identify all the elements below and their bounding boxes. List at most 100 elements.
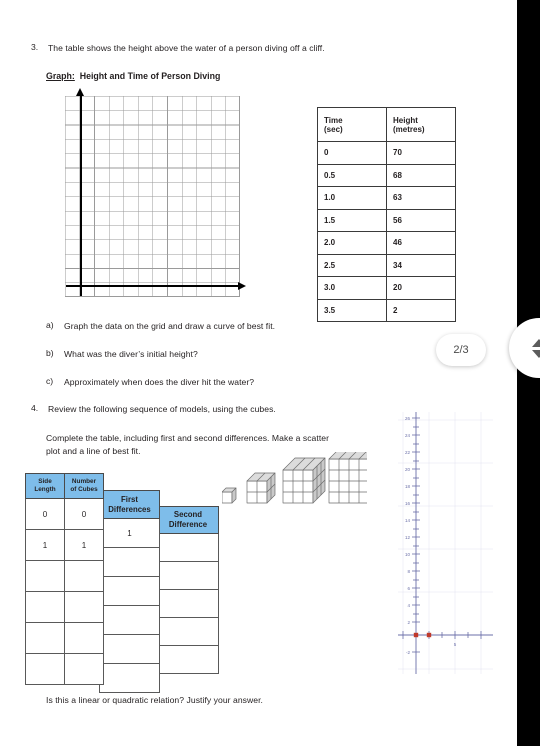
table-header-row: Side Length Number of Cubes	[25, 473, 104, 499]
header-second-line1: Second	[173, 510, 203, 520]
cell-time: 1.0	[317, 186, 387, 210]
cell-number-cubes[interactable]	[64, 622, 104, 654]
header-height-main: Height	[393, 115, 418, 125]
table-row: 3.0 20	[317, 276, 456, 300]
scatter-plot-svg: 2 4 6 8 10 12 14 16 18 20 22 24 26 -2 5	[398, 412, 493, 674]
cell-second-difference[interactable]	[157, 589, 219, 618]
table-row	[25, 591, 104, 623]
document-viewer: 3. The table shows the height above the …	[0, 0, 540, 746]
table-header-row: Second Difference	[157, 506, 219, 534]
cell-height: 70	[386, 141, 456, 165]
cell-height: 34	[386, 253, 456, 277]
cell-first-difference[interactable]	[99, 547, 160, 577]
cell-side-length[interactable]	[25, 560, 65, 592]
svg-text:12: 12	[405, 535, 411, 540]
page-indicator-label: 2/3	[453, 344, 469, 356]
svg-text:26: 26	[405, 416, 411, 421]
cell-second-difference[interactable]	[157, 617, 219, 646]
header-height: Height (metres)	[386, 107, 456, 142]
chevron-up-icon[interactable]	[532, 338, 540, 347]
page-indicator: 2/3	[436, 334, 486, 366]
svg-text:10: 10	[405, 552, 411, 557]
question-4-prompt: Review the following sequence of models,…	[48, 404, 276, 414]
header-side-length: Side Length	[25, 473, 65, 499]
table-row	[157, 561, 219, 590]
cell-second-difference[interactable]	[157, 533, 219, 562]
part-b-label: b)	[46, 348, 54, 358]
header-first-line1: First	[121, 494, 138, 504]
header-number-of-cubes: Number of Cubes	[64, 473, 104, 499]
header-cubes-line2: of Cubes	[70, 486, 98, 493]
blank-plot-grid[interactable]	[65, 96, 240, 297]
cell-side-length[interactable]: 0	[25, 498, 65, 530]
header-cubes-line1: Number	[71, 478, 97, 485]
cell-number-cubes[interactable]: 0	[64, 498, 104, 530]
cell-number-cubes[interactable]	[64, 560, 104, 592]
header-time-sub: (sec)	[324, 124, 343, 134]
side-length-table: Side Length Number of Cubes 0 0 1 1	[25, 473, 104, 685]
cell-side-length[interactable]	[25, 622, 65, 654]
svg-text:24: 24	[405, 433, 411, 438]
cell-height: 20	[386, 276, 456, 300]
cell-first-difference[interactable]	[99, 605, 160, 635]
plot-y-tick-labels: 2 4 6 8 10 12 14 16 18 20 22 24 26 -2	[405, 416, 411, 655]
svg-text:20: 20	[405, 467, 411, 472]
cell-side-length[interactable]	[25, 591, 65, 623]
svg-text:18: 18	[405, 484, 411, 489]
table-row: 2.5 34	[317, 253, 456, 277]
y-axis-line	[80, 93, 83, 296]
table-row: 0 70	[317, 141, 456, 165]
cell-number-cubes[interactable]	[64, 591, 104, 623]
cell-second-difference[interactable]	[157, 561, 219, 590]
cube-model-4	[328, 452, 367, 504]
svg-text:5: 5	[454, 642, 457, 647]
cell-number-cubes[interactable]: 1	[64, 529, 104, 561]
header-height-sub: (metres)	[393, 124, 425, 134]
arrow-right-icon	[238, 281, 246, 290]
svg-text:-2: -2	[406, 650, 410, 655]
question-3-prompt: The table shows the height above the wat…	[48, 43, 325, 53]
data-point	[413, 632, 419, 638]
table-header-row: First Differences	[99, 490, 160, 519]
part-a-label: a)	[46, 320, 54, 330]
cell-first-difference[interactable]	[99, 663, 160, 693]
cell-second-difference[interactable]	[157, 645, 219, 674]
header-first-line2: Differences	[108, 504, 151, 514]
cube-model-2	[246, 472, 276, 504]
cell-number-cubes[interactable]	[64, 653, 104, 685]
header-first-differences: First Differences	[99, 490, 160, 519]
header-second-line2: Difference	[168, 520, 208, 529]
arrow-up-icon	[76, 88, 84, 96]
question-4-number: 4.	[31, 403, 39, 413]
cell-time: 0	[317, 141, 387, 165]
cell-first-difference[interactable]	[99, 576, 160, 606]
table-row: 1	[99, 518, 160, 548]
header-time-main: Time	[324, 115, 343, 125]
part-b-text: What was the diver’s initial height?	[64, 349, 198, 359]
cell-height: 68	[386, 163, 456, 187]
cell-time: 2.0	[317, 231, 387, 255]
scatter-plot-graph[interactable]: 2 4 6 8 10 12 14 16 18 20 22 24 26 -2 5	[398, 412, 493, 674]
svg-text:8: 8	[407, 569, 410, 574]
part-a-text: Graph the data on the grid and draw a cu…	[64, 321, 276, 331]
cell-height: 63	[386, 186, 456, 210]
cell-side-length[interactable]: 1	[25, 529, 65, 561]
chevron-down-icon[interactable]	[532, 349, 540, 358]
table-row	[99, 576, 160, 606]
table-row	[25, 653, 104, 685]
cell-height: 56	[386, 208, 456, 232]
header-side-line1: Side	[38, 478, 52, 485]
cell-side-length[interactable]	[25, 653, 65, 685]
table-row	[157, 533, 219, 562]
header-side-line2: Length	[34, 486, 56, 493]
second-difference-table: Second Difference	[157, 506, 219, 674]
graph-heading: Graph: Height and Time of Person Diving	[46, 71, 220, 81]
table-header-row: Time (sec) Height (metres)	[317, 107, 456, 142]
question-3-number: 3.	[31, 42, 39, 52]
table-row	[99, 605, 160, 635]
worksheet-page: 3. The table shows the height above the …	[0, 0, 517, 746]
cell-first-difference[interactable]: 1	[99, 518, 160, 548]
cell-first-difference[interactable]	[99, 634, 160, 664]
svg-text:2: 2	[407, 620, 410, 625]
svg-text:14: 14	[405, 518, 411, 523]
